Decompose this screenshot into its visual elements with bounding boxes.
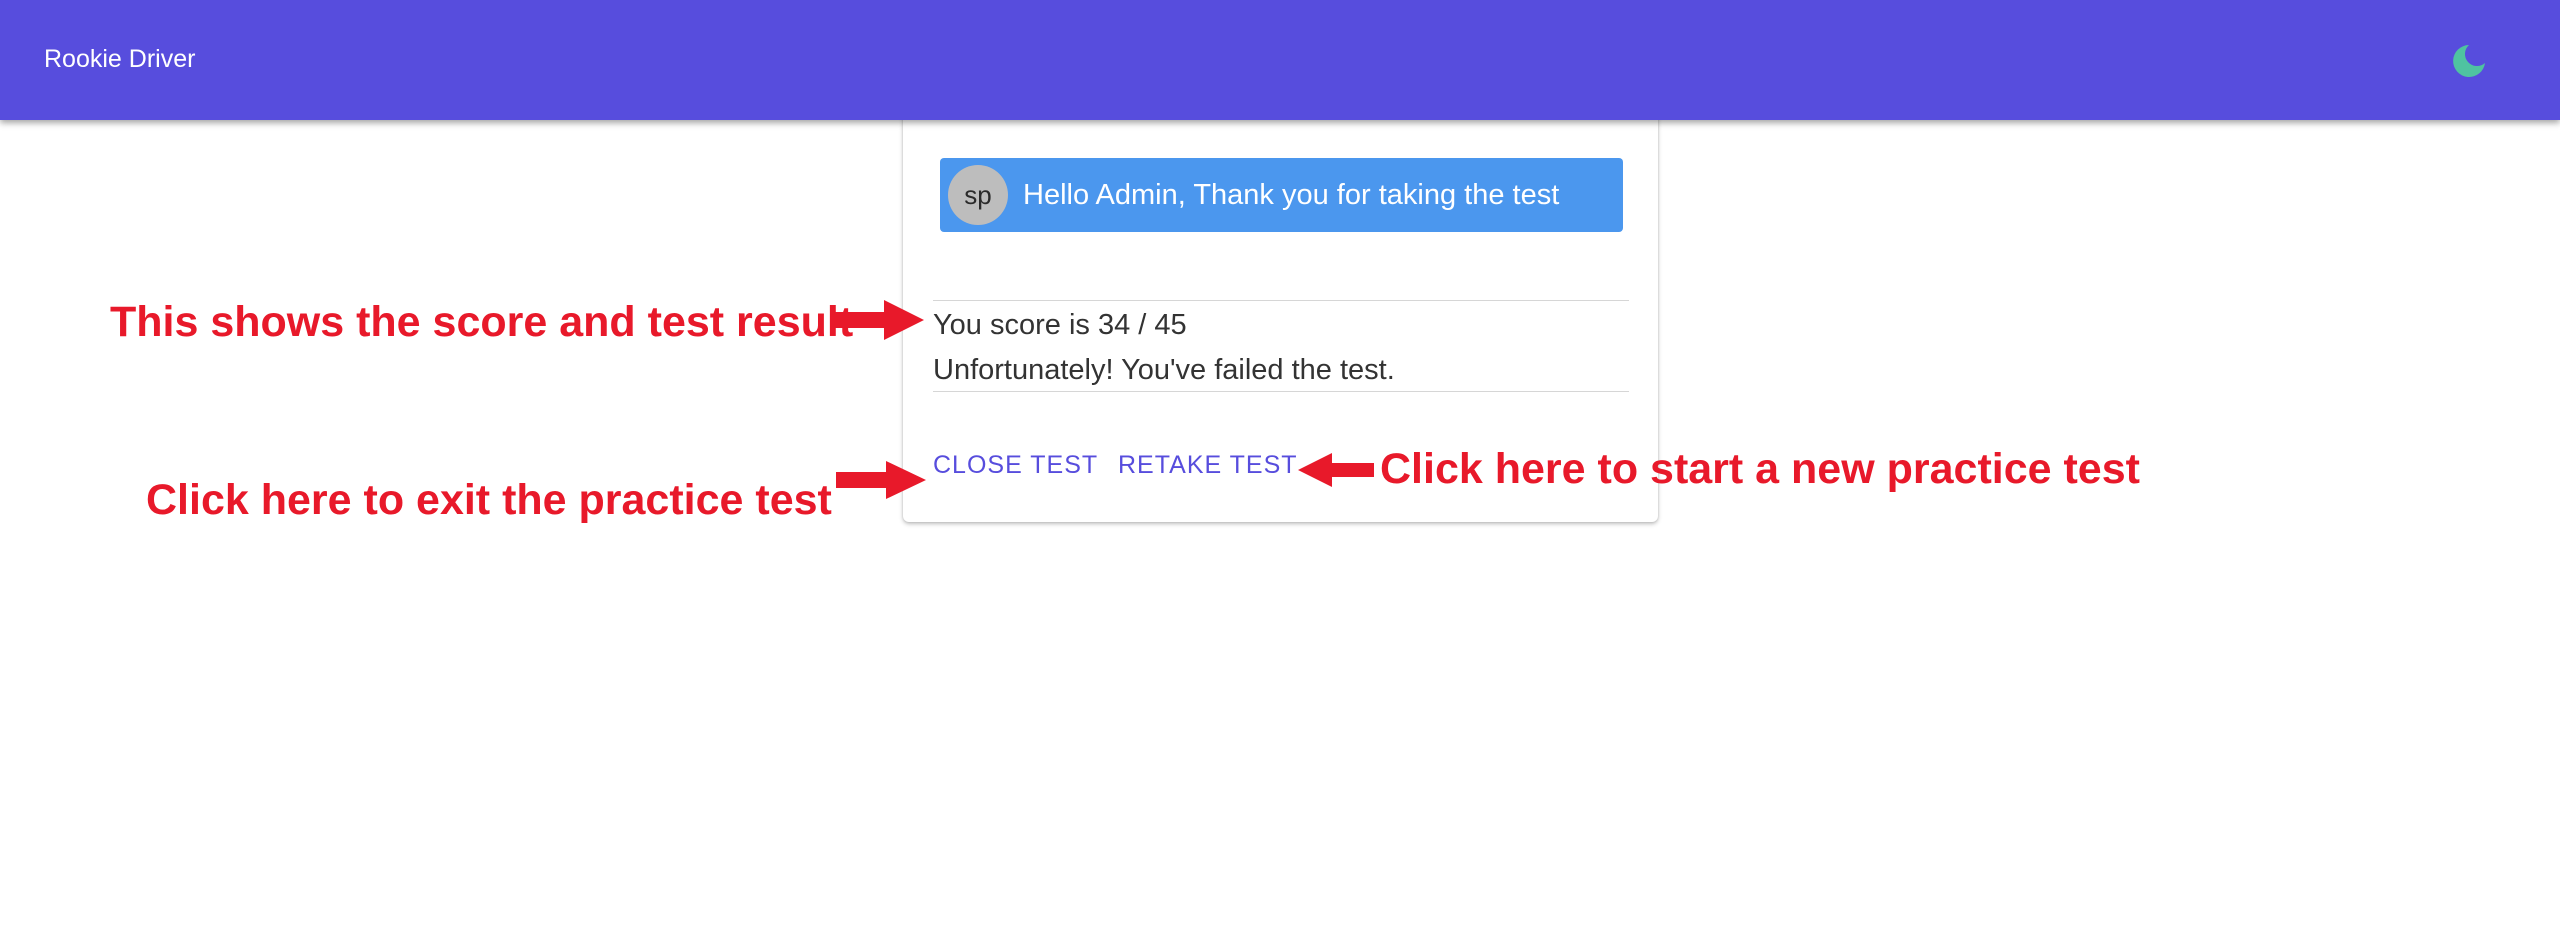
theme-toggle-button[interactable] <box>2450 42 2488 80</box>
new-test-annotation: Click here to start a new practice test <box>1380 445 2140 493</box>
retake-test-button[interactable]: RETAKE TEST <box>1118 448 1298 482</box>
greeting-text: Hello Admin, Thank you for taking the te… <box>1023 179 1560 211</box>
app-bar: Rookie Driver <box>0 0 2560 120</box>
red-arrow-icon <box>1298 453 1374 487</box>
red-arrow-icon <box>836 461 926 499</box>
result-text: Unfortunately! You've failed the test. <box>933 354 1395 386</box>
app-title[interactable]: Rookie Driver <box>44 42 195 76</box>
exit-annotation: Click here to exit the practice test <box>146 476 832 524</box>
red-arrow-icon <box>834 300 924 340</box>
score-annotation: This shows the score and test result <box>110 298 854 346</box>
close-test-button[interactable]: CLOSE TEST <box>933 448 1098 482</box>
score-result-section: You score is 34 / 45 Unfortunately! You'… <box>933 300 1629 392</box>
greeting-chip: sp Hello Admin, Thank you for taking the… <box>940 158 1623 232</box>
avatar: sp <box>948 165 1008 225</box>
score-text: You score is 34 / 45 <box>933 309 1187 341</box>
moon-icon <box>2453 45 2485 77</box>
